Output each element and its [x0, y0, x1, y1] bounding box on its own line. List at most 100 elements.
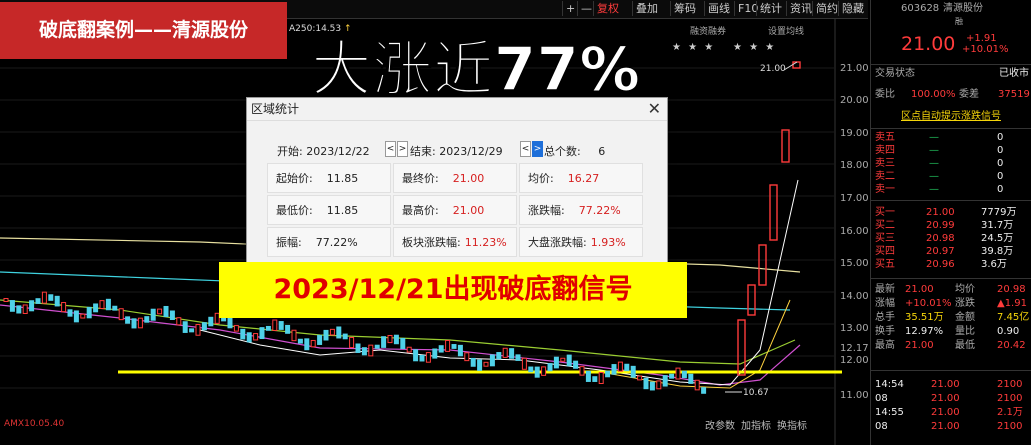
stock-code-row: 603628 清源股份 [871, 2, 1031, 15]
stats-grid: 起始价: 11.85 最终价: 21.00 均价: 16.27 最低价: 11.85 最… [267, 163, 647, 260]
end-next-button[interactable]: > [532, 141, 543, 157]
simple-button[interactable]: 简约 [812, 1, 841, 16]
candle [29, 300, 35, 312]
end-prev-button[interactable]: < [520, 141, 531, 157]
bid-row: 买三 20.98 24.5万 [871, 232, 1031, 245]
candle [502, 347, 508, 358]
candle [701, 387, 707, 394]
candle [297, 338, 303, 344]
fuquan-button[interactable]: 复权 [593, 1, 622, 16]
bid-row-cell: 买二 [875, 220, 895, 231]
close-icon[interactable]: ✕ [648, 98, 661, 120]
candle [195, 324, 201, 336]
candle [227, 316, 233, 329]
stat-row-cell: 21.00 [905, 340, 934, 351]
ask-row-cell: 0 [997, 184, 1004, 195]
stats-button[interactable]: 统计 [756, 1, 785, 16]
ask-row: 卖二 — 0 [871, 170, 1031, 183]
candle [637, 375, 643, 381]
candle [425, 352, 431, 363]
start-prev-button[interactable]: < [385, 141, 396, 157]
end-date: 结束: 2023/12/29 [410, 143, 503, 159]
ask-row-cell: — [929, 132, 939, 143]
candle [67, 309, 73, 317]
zoom-in-button[interactable]: + [562, 1, 578, 16]
candle [304, 338, 310, 351]
tick-row: 08 21.00 2100 [871, 420, 1031, 433]
candle [528, 366, 534, 373]
bid-row-cell: 20.98 [926, 233, 955, 244]
ask-row: 卖一 — 0 [871, 183, 1031, 196]
stat-row: 最新 21.00 均价 20.98 [871, 283, 1031, 296]
candle [669, 373, 675, 379]
overlay-button[interactable]: 叠加 [632, 1, 661, 16]
candle [598, 372, 604, 384]
tick-row-cell: 21.00 [931, 393, 960, 404]
tick-row-cell: 08 [875, 421, 888, 432]
alert-link-row[interactable]: 区点自动提示涨跌信号 [871, 110, 1031, 123]
candle [649, 381, 655, 391]
candle [93, 303, 99, 313]
bid-row-cell: 39.8万 [981, 246, 1014, 257]
candle [630, 365, 636, 378]
candle [470, 357, 476, 367]
candle [560, 357, 566, 362]
candle [361, 347, 367, 356]
margin-trading-label[interactable]: 融资融券 [690, 24, 726, 37]
candle [233, 325, 239, 332]
candle [169, 310, 175, 321]
candle-limit-up [781, 129, 790, 163]
price-tick: 15.00 [840, 258, 869, 269]
stat-row-cell: 12.97% [905, 326, 944, 337]
candle [317, 334, 323, 345]
candle [413, 349, 419, 362]
stat-row: 最高 21.00 最低 20.42 [871, 339, 1031, 352]
candle [534, 366, 540, 378]
candle-limit-up [758, 244, 767, 286]
candle [157, 308, 163, 315]
end-label: 结束: [410, 145, 436, 158]
candle [99, 300, 105, 309]
candle [16, 305, 22, 314]
add-indicator-link[interactable]: 加指标 [741, 417, 771, 432]
price-tick: 13.00 [840, 323, 869, 334]
stat-row: 总手 35.51万 金额 7.45亿 [871, 311, 1031, 324]
ma-settings-label[interactable]: 设置均线 [768, 24, 804, 37]
candle-limit-up [769, 184, 778, 241]
end-nav: < > [520, 141, 544, 157]
candle [246, 332, 252, 343]
price-tick: 16.00 [840, 226, 869, 237]
count-value: 6 [598, 145, 606, 158]
change-indicator-link[interactable]: 换指标 [777, 417, 807, 432]
hide-button[interactable]: 隐藏 [838, 1, 867, 16]
info-button[interactable]: 资讯 [786, 1, 815, 16]
bid-row: 买一 21.00 7779万 [871, 206, 1031, 219]
quote-panel: 603628 清源股份 融 21.00 +1.91 +10.01% 交易状态 已… [870, 0, 1031, 445]
candle [592, 376, 598, 382]
candle [144, 316, 150, 323]
candle [547, 363, 553, 372]
tick-row-cell: 2100 [997, 421, 1023, 432]
ask-row-cell: 卖三 [875, 158, 895, 169]
candle [176, 317, 182, 326]
tick-row-cell: 2.1万 [997, 407, 1023, 418]
candle [259, 327, 265, 340]
candle [272, 319, 278, 331]
edit-params-link[interactable]: 改参数 [705, 417, 735, 432]
stat-cell: 最终价: 21.00 [393, 163, 517, 193]
candle [566, 354, 572, 367]
tick-row-cell: 2100 [997, 393, 1023, 404]
draw-line-button[interactable]: 画线 [704, 1, 733, 16]
start-next-button[interactable]: > [397, 141, 408, 157]
bid-row: 买四 20.97 39.8万 [871, 245, 1031, 258]
auto-alert-link[interactable]: 区点自动提示涨跌信号 [901, 110, 1001, 123]
candle [553, 356, 559, 369]
bid-row-cell: 21.00 [926, 207, 955, 218]
candle [323, 329, 329, 341]
price-row: 21.00 +1.91 +10.01% [871, 33, 1031, 55]
ask-row-cell: — [929, 171, 939, 182]
candle [310, 339, 316, 348]
chips-button[interactable]: 筹码 [670, 1, 699, 16]
stat-cell: 均价: 16.27 [519, 163, 643, 193]
end-value: 2023/12/29 [439, 145, 503, 158]
